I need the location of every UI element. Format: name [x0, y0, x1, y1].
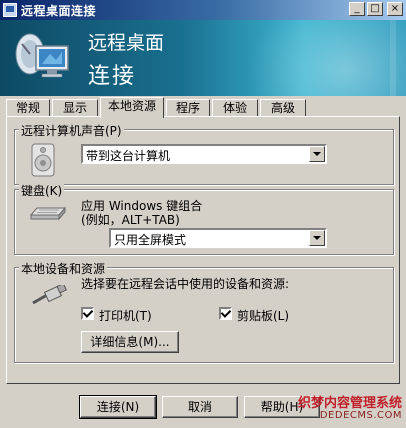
- tab-advanced[interactable]: 高级: [260, 99, 306, 117]
- cancel-button[interactable]: 取消: [162, 396, 238, 418]
- connect-button[interactable]: 连接(N): [79, 395, 157, 419]
- keyboard-dropdown[interactable]: 只用全屏模式: [109, 228, 327, 248]
- tab-panel-local-resources: 远程计算机声音(P) 带到这台计算机 键盘(K) 应用 Windows 键组合 …: [6, 116, 400, 384]
- tab-experience[interactable]: 体验: [212, 99, 258, 117]
- tab-local-resources[interactable]: 本地资源: [100, 97, 164, 118]
- app-icon: [3, 3, 17, 17]
- title-bar: 远程桌面连接 _ □ ×: [0, 0, 406, 20]
- printer-label: 打印机(T): [99, 309, 152, 323]
- window-title: 远程桌面连接: [21, 3, 97, 18]
- chevron-down-icon[interactable]: [309, 146, 325, 162]
- keyboard-group-title: 键盘(K): [19, 182, 65, 199]
- banner-line1: 远程桌面: [88, 32, 165, 54]
- banner-line2: 连接: [88, 64, 137, 89]
- minimize-button[interactable]: _: [349, 2, 365, 16]
- speaker-icon: [31, 143, 55, 177]
- window-controls: _ □ ×: [349, 2, 403, 16]
- banner: 远程桌面 连接: [0, 20, 406, 96]
- sound-group-title: 远程计算机声音(P): [19, 122, 124, 139]
- keyboard-desc-line2: (例如，ALT+TAB): [81, 213, 180, 227]
- close-button[interactable]: ×: [387, 2, 403, 16]
- tab-general[interactable]: 常规: [6, 99, 50, 117]
- watermark-line1: 织梦内容管理系统: [297, 396, 402, 411]
- watermark-line2: DEDECMS.COM: [319, 410, 402, 421]
- tab-programs[interactable]: 程序: [166, 99, 210, 117]
- remote-desktop-icon: [15, 33, 69, 78]
- devices-description: 选择要在远程会话中使用的设备和资源:: [81, 277, 290, 291]
- maximize-button[interactable]: □: [367, 2, 383, 16]
- details-button[interactable]: 详细信息(M)...: [81, 331, 179, 353]
- printer-checkbox[interactable]: [81, 307, 94, 320]
- watermark: 织梦内容管理系统 DEDECMS.COM: [284, 392, 402, 426]
- keyboard-icon: [29, 206, 67, 221]
- clipboard-label: 剪贴板(L): [237, 309, 290, 323]
- tab-display[interactable]: 显示: [52, 99, 98, 117]
- usb-plug-icon: [32, 285, 67, 305]
- clipboard-checkbox[interactable]: [219, 307, 232, 320]
- chevron-down-icon[interactable]: [309, 230, 325, 246]
- sound-dropdown-value: 带到这台计算机: [86, 149, 171, 163]
- sound-dropdown[interactable]: 带到这台计算机: [81, 144, 327, 164]
- keyboard-dropdown-value: 只用全屏模式: [114, 233, 187, 247]
